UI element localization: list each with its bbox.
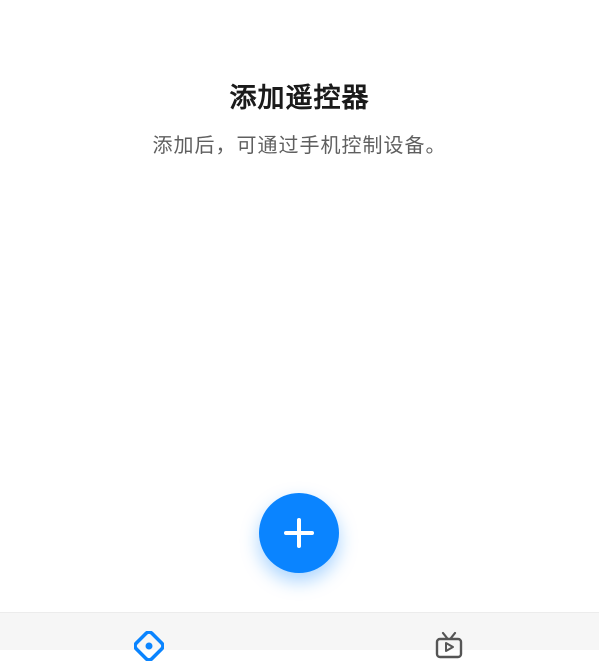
nav-tab-remote[interactable] <box>89 613 209 661</box>
bottom-navigation-bar <box>0 612 599 661</box>
add-remote-screen: 添加遥控器 添加后，可通过手机控制设备。 <box>0 0 599 661</box>
remote-control-icon <box>134 631 164 661</box>
nav-tab-tv[interactable] <box>389 613 509 659</box>
tv-icon <box>435 631 463 659</box>
add-remote-button[interactable] <box>259 493 339 573</box>
page-title: 添加遥控器 <box>229 83 370 114</box>
plus-icon <box>284 518 314 548</box>
page-subtitle: 添加后，可通过手机控制设备。 <box>152 133 447 157</box>
